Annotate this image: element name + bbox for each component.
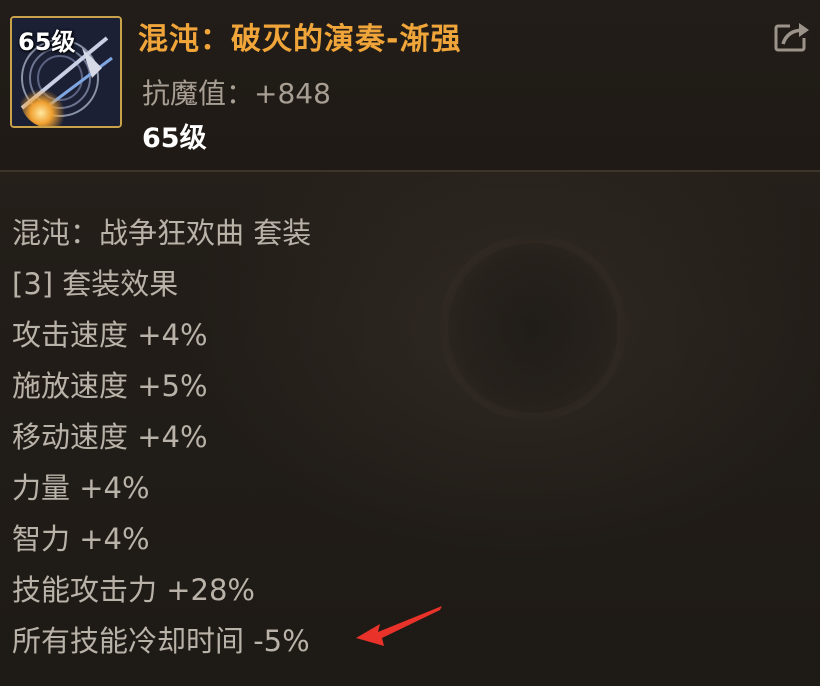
set-effect-line: 移动速度 +4% xyxy=(12,420,208,454)
set-effect-line: 智力 +4% xyxy=(12,522,150,556)
red-arrow-icon xyxy=(356,606,442,646)
item-level: 65级 xyxy=(142,123,207,154)
set-effect-line: 施放速度 +5% xyxy=(12,369,208,403)
item-icon[interactable]: 65级 xyxy=(10,16,122,128)
stat-value: +848 xyxy=(254,77,331,110)
set-effect-header: [3] 套装效果 xyxy=(12,267,179,301)
background-emblem xyxy=(440,235,626,421)
share-icon[interactable] xyxy=(774,20,812,52)
set-name: 混沌：战争狂欢曲 套装 xyxy=(12,216,312,250)
set-effect-line: 攻击速度 +4% xyxy=(12,318,208,352)
icon-level-label: 65级 xyxy=(18,28,76,56)
stat-label: 抗魔值： xyxy=(142,77,255,110)
magic-resist-stat: 抗魔值：+848 xyxy=(142,72,331,112)
set-effect-line: 力量 +4% xyxy=(12,471,150,505)
item-name: 混沌：破灭的演奏-渐强 xyxy=(138,22,462,57)
item-tooltip-panel: 65级 混沌：破灭的演奏-渐强 抗魔值：+848 65级 混沌：战争狂欢曲 套装… xyxy=(0,0,820,686)
set-effect-line: 技能攻击力 +28% xyxy=(12,573,255,607)
set-effect-line: 所有技能冷却时间 -5% xyxy=(12,624,310,658)
tooltip-header: 65级 混沌：破灭的演奏-渐强 抗魔值：+848 65级 xyxy=(0,0,820,172)
